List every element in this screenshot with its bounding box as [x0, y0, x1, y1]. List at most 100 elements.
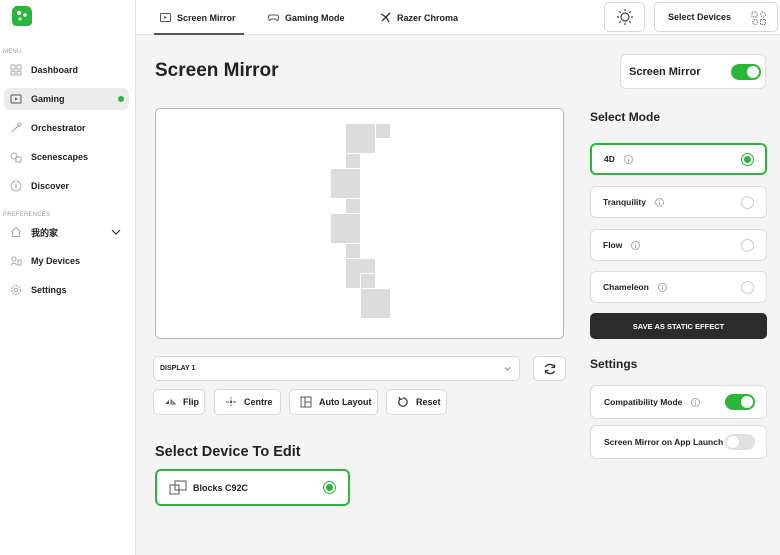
tab-label: Gaming Mode [285, 12, 345, 23]
mode-radio[interactable] [741, 239, 754, 252]
compatibility-mode-toggle[interactable] [725, 394, 755, 410]
chevron-down-icon[interactable] [111, 227, 121, 237]
device-tile[interactable] [375, 123, 391, 139]
device-tile[interactable] [360, 288, 391, 319]
active-indicator-dot [118, 96, 124, 102]
tab-label: Screen Mirror [177, 12, 236, 23]
setting-label: Screen Mirror on App Launch [604, 437, 724, 447]
layout-icon [300, 396, 312, 408]
device-tile[interactable] [345, 123, 376, 154]
mode-option-chameleon[interactable]: Chameleon [590, 271, 767, 303]
mode-radio[interactable] [741, 196, 754, 209]
sidebar-item-label: Orchestrator [31, 123, 86, 133]
screen-preview-canvas[interactable] [155, 108, 564, 339]
save-static-effect-button[interactable]: SAVE AS STATIC EFFECT [590, 313, 767, 339]
scenes-icon [10, 151, 22, 163]
menu-section-label: MENU [3, 49, 22, 55]
device-section-title: Select Device To Edit [155, 444, 301, 460]
mode-label: 4D [604, 154, 615, 164]
dashboard-icon [10, 64, 22, 76]
setting-compatibility-mode: Compatibility Mode [590, 385, 767, 419]
device-tile[interactable] [345, 198, 361, 214]
mode-option-flow[interactable]: Flow [590, 229, 767, 261]
gamepad-icon [268, 14, 279, 21]
device-radio[interactable] [323, 481, 336, 494]
chevron-down-icon [504, 367, 511, 371]
device-tile[interactable] [330, 213, 361, 244]
device-tile[interactable] [345, 243, 361, 259]
info-icon[interactable] [654, 197, 664, 207]
reset-label: Reset [416, 397, 441, 407]
razer-icon [380, 12, 391, 23]
mode-radio[interactable] [741, 281, 754, 294]
device-tile[interactable] [360, 273, 376, 289]
sidebar-item-label: Dashboard [31, 65, 79, 75]
compass-icon [10, 180, 22, 192]
flip-button[interactable]: Flip [153, 389, 205, 415]
auto-layout-button[interactable]: Auto Layout [289, 389, 378, 415]
setting-mirror-on-launch: Screen Mirror on App Launch [590, 425, 767, 459]
refresh-icon [544, 363, 555, 374]
sidebar-item-gaming[interactable]: Gaming [4, 88, 129, 110]
tab-label: Razer Chroma [397, 12, 459, 23]
info-icon[interactable] [657, 282, 667, 292]
sun-icon [616, 9, 633, 25]
sidebar-item-scenescapes[interactable]: Scenescapes [4, 146, 129, 168]
sidebar-item-label: My Devices [31, 256, 81, 266]
toggle-knob [727, 436, 739, 448]
auto-layout-label: Auto Layout [319, 397, 372, 407]
info-icon[interactable] [691, 397, 701, 407]
tab-razer-chroma[interactable]: Razer Chroma [380, 0, 458, 35]
sidebar-item-label: Discover [31, 181, 70, 191]
select-devices-label: Select Devices [668, 12, 732, 22]
reset-icon [398, 396, 408, 407]
sidebar-item-orchestrator[interactable]: Orchestrator [4, 117, 129, 139]
home-icon [10, 226, 22, 238]
refresh-button[interactable] [533, 356, 566, 381]
toggle-knob [741, 396, 753, 408]
select-mode-title: Select Mode [590, 110, 661, 124]
preferences-section-label: PREFERENCES [3, 212, 51, 218]
devices-grid-icon [751, 11, 766, 25]
wand-icon [10, 122, 22, 134]
sidebar-item-home[interactable]: 我的家 [4, 221, 129, 243]
sidebar-item-label: Gaming [31, 94, 65, 104]
brightness-button[interactable] [604, 2, 645, 32]
screen-mirror-toggle[interactable] [731, 64, 761, 80]
info-icon[interactable] [631, 240, 641, 250]
mode-radio[interactable] [741, 153, 754, 166]
setting-label: Compatibility Mode [604, 397, 683, 407]
screen-mirror-toggle-card: Screen Mirror [620, 54, 766, 89]
screen-mirror-toggle-label: Screen Mirror [629, 65, 701, 78]
sidebar-item-label: Scenescapes [31, 152, 89, 162]
tab-gaming-mode[interactable]: Gaming Mode [268, 0, 345, 35]
mode-option-4d[interactable]: 4D [590, 143, 767, 175]
device-tile[interactable] [345, 153, 361, 169]
mode-option-tranquility[interactable]: Tranquility [590, 186, 767, 218]
app-logo[interactable] [11, 5, 33, 27]
tab-screen-mirror[interactable]: Screen Mirror [154, 0, 244, 35]
sidebar: MENU Dashboard Gaming Orchestrator Scene… [0, 0, 136, 555]
mirror-on-launch-toggle[interactable] [725, 434, 755, 450]
sidebar-item-my-devices[interactable]: My Devices [4, 250, 129, 272]
flip-label: Flip [183, 397, 199, 407]
reset-button[interactable]: Reset [386, 389, 447, 415]
centre-icon [226, 397, 236, 407]
display-select[interactable]: DISPLAY 1 [153, 356, 520, 381]
centre-button[interactable]: Centre [214, 389, 281, 415]
device-card-blocks[interactable]: Blocks C92C [155, 469, 350, 506]
screen-icon [160, 13, 171, 22]
info-icon[interactable] [623, 154, 633, 164]
mode-label: Flow [603, 240, 623, 250]
sidebar-item-dashboard[interactable]: Dashboard [4, 59, 129, 81]
toggle-knob [747, 66, 759, 78]
flip-icon [165, 398, 176, 405]
select-devices-button[interactable]: Select Devices [654, 2, 778, 32]
settings-title: Settings [590, 357, 638, 371]
device-tile[interactable] [330, 168, 361, 199]
sidebar-item-discover[interactable]: Discover [4, 175, 129, 197]
display-select-value: DISPLAY 1 [160, 365, 196, 372]
blocks-device-icon [169, 480, 187, 494]
gear-icon [10, 284, 22, 296]
sidebar-item-settings[interactable]: Settings [4, 279, 129, 301]
